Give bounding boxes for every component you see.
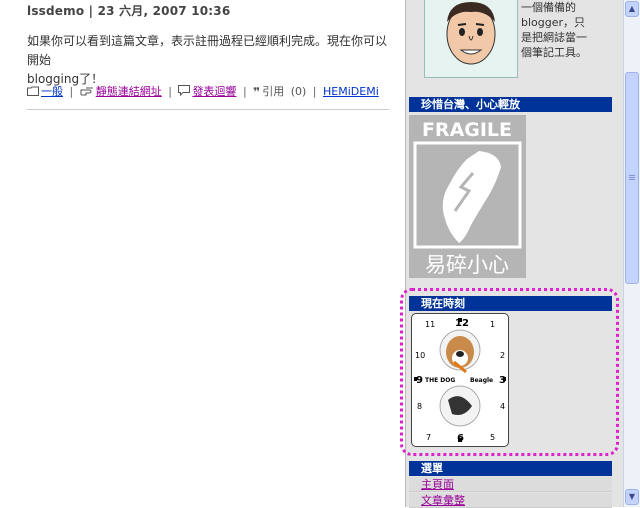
clock-highlight-ring <box>400 288 619 456</box>
separator: | <box>69 85 74 98</box>
about-line: blogger，只 <box>521 16 586 29</box>
scroll-grip <box>629 177 635 178</box>
about-line: 是把網誌當一 <box>521 31 587 44</box>
separator: | <box>312 85 317 98</box>
trackback-label: 引用 <box>262 85 285 98</box>
section-header-taiwan: 珍惜台灣、小心輕放 <box>409 97 612 112</box>
section-header-menu: 選單 <box>409 461 612 476</box>
comment-icon <box>178 85 191 99</box>
pointing-hand-icon <box>80 86 94 99</box>
post-body: 如果你可以看到這篇文章，表示註冊過程已經順利完成。現在你可以開始 bloggin… <box>27 32 392 89</box>
menu-item-home[interactable]: 主頁面 <box>409 477 612 492</box>
separator: | <box>168 85 172 98</box>
about-text: 一個備備的 blogger，只 是把網誌當一 個筆記工具。 <box>521 0 621 60</box>
separator: | <box>242 85 247 98</box>
post-footer: 一般 | 靜態連結網址 | 發表迴響 | ❞ 引用 (0) | HEMiDEMi <box>27 83 379 99</box>
author-link[interactable]: HEMiDEMi <box>323 85 379 98</box>
scroll-grip <box>629 175 635 176</box>
about-line: 個筆記工具。 <box>521 46 587 59</box>
fragile-word: FRAGILE <box>422 119 512 141</box>
avatar <box>424 0 518 78</box>
menu-item-archive[interactable]: 文章彙整 <box>409 493 612 508</box>
post-body-line: 如果你可以看到這篇文章，表示註冊過程已經順利完成。現在你可以開始 <box>27 34 388 67</box>
trackback-count: (0) <box>290 85 307 98</box>
post-title: lssdemo | 23 六月, 2007 10:36 <box>27 4 231 18</box>
quote-icon: ❞ <box>253 85 261 99</box>
permalink-link[interactable]: 靜態連結網址 <box>96 85 162 98</box>
menu-item-label: 文章彙整 <box>421 494 465 507</box>
about-line: 一個備備的 <box>521 1 576 14</box>
post-divider <box>27 109 389 110</box>
category-link[interactable]: 一般 <box>41 85 63 98</box>
fragile-taiwan-image[interactable]: FRAGILE 易碎小心 <box>409 115 526 278</box>
scroll-thumb[interactable] <box>625 72 639 284</box>
main-content: lssdemo | 23 六月, 2007 10:36 如果你可以看到這篇文章，… <box>0 0 405 507</box>
scroll-down-button[interactable]: ▼ <box>625 489 639 505</box>
fragile-cn-text: 易碎小心 <box>425 253 509 277</box>
folder-icon <box>27 86 39 99</box>
avatar-face-icon <box>425 0 517 77</box>
scroll-grip <box>629 179 635 180</box>
menu-item-label: 主頁面 <box>421 478 454 491</box>
comment-link[interactable]: 發表迴響 <box>192 85 236 98</box>
vertical-scrollbar[interactable]: ▲ ▼ <box>623 0 640 507</box>
scroll-up-button[interactable]: ▲ <box>625 1 639 17</box>
